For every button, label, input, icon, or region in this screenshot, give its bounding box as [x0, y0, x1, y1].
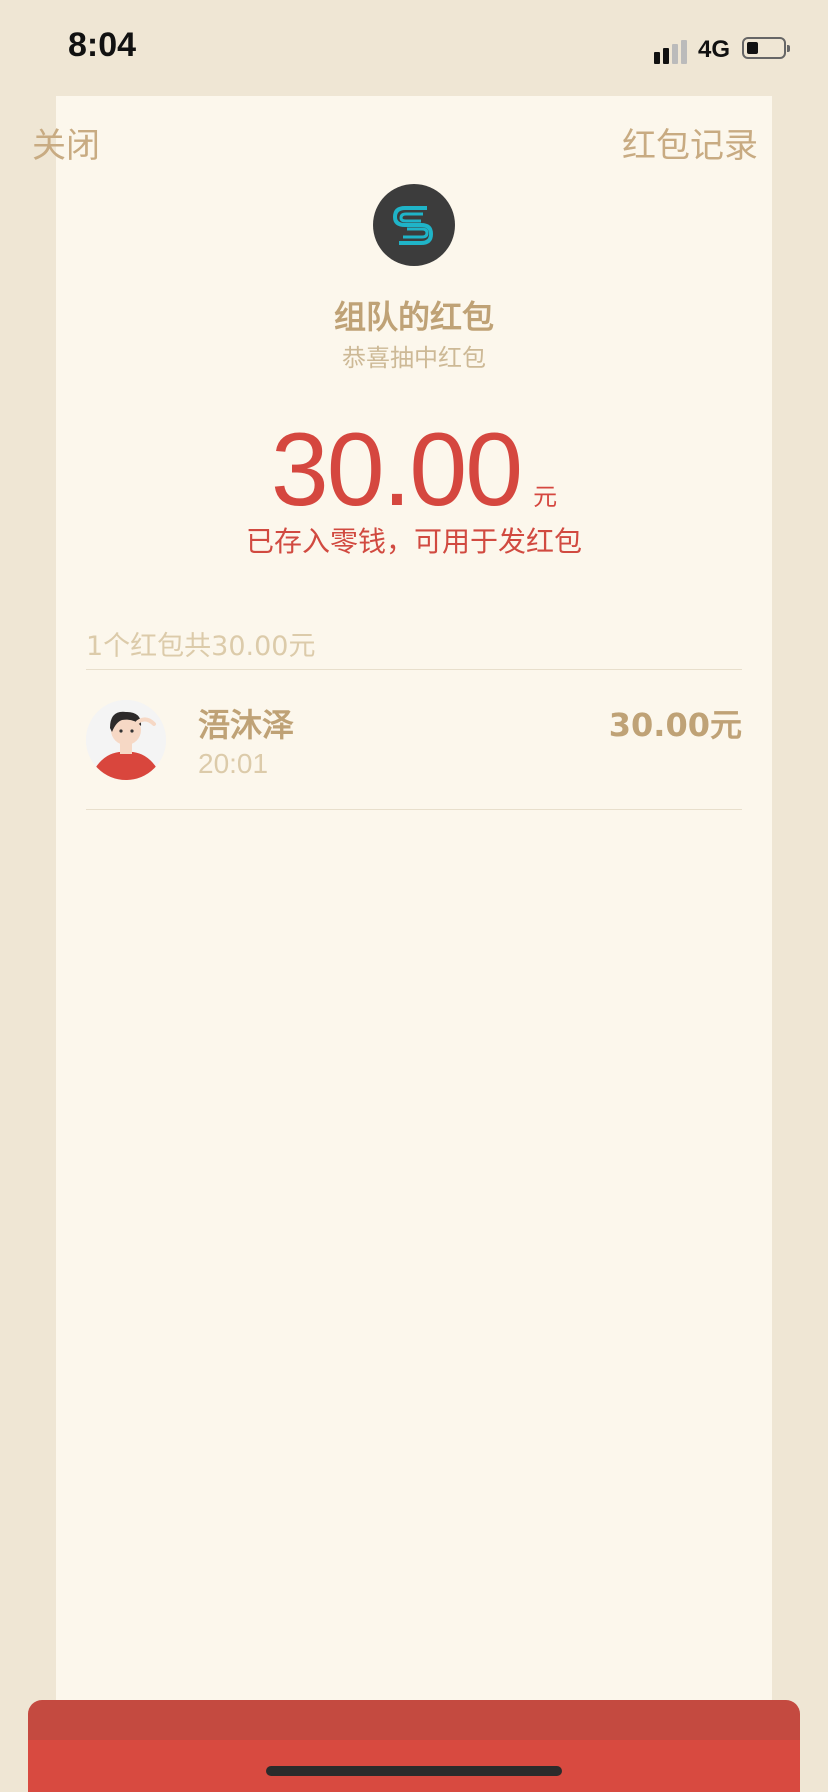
- team-logo-icon: [373, 184, 455, 266]
- close-button[interactable]: 关闭: [32, 118, 100, 167]
- home-indicator: [266, 1766, 562, 1776]
- signal-icon: [654, 36, 690, 64]
- receiver-name: 浯沐泽: [198, 706, 295, 744]
- network-type: 4G: [698, 36, 731, 63]
- divider: [86, 809, 742, 810]
- receiver-time: 20:01: [198, 748, 269, 779]
- bottom-red-bar: [28, 1700, 800, 1792]
- packet-summary: 1个红包共30.00元: [86, 631, 316, 662]
- amount-value: 30.00: [270, 412, 523, 528]
- team-name: 组队的红包: [333, 298, 494, 336]
- amount-unit: 元: [533, 483, 558, 511]
- avatar: [86, 700, 166, 780]
- amount-display: 30.00 元: [0, 410, 828, 530]
- records-button[interactable]: 红包记录: [622, 118, 758, 167]
- status-bar: 8:04 4G: [0, 0, 828, 96]
- stored-note-link[interactable]: 已存入零钱，可用于发红包: [0, 520, 828, 560]
- battery-icon: [742, 37, 790, 59]
- receiver-amount: 30.00元: [608, 706, 742, 744]
- status-time: 8:04: [68, 26, 137, 64]
- divider: [86, 669, 742, 670]
- receiver-row: 浯沐泽 20:01 30.00元: [86, 700, 742, 810]
- congrats-subtitle: 恭喜抽中红包: [342, 344, 486, 372]
